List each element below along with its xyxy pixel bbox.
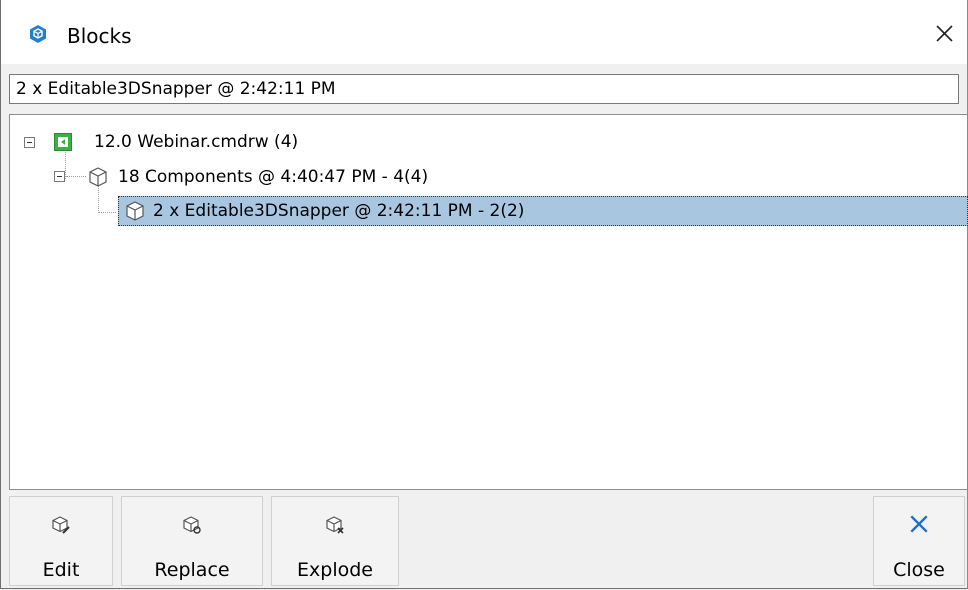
tree-connector (65, 149, 66, 179)
blocks-app-icon (30, 25, 46, 43)
explode-button-label: Explode (297, 559, 373, 581)
tree-node-components[interactable]: 18 Components @ 4:40:47 PM - 4(4) (118, 165, 428, 189)
close-button[interactable]: Close (873, 496, 965, 586)
tree-node-root[interactable]: 12.0 Webinar.cmdrw (4) (94, 130, 298, 154)
close-x-icon[interactable] (927, 16, 961, 50)
tree-node-snapper[interactable]: 2 x Editable3DSnapper @ 2:42:11 PM - 2(2… (153, 199, 524, 223)
close-x-icon (910, 515, 928, 533)
selected-block-path-field[interactable] (9, 74, 959, 104)
block-cube-icon (126, 201, 144, 221)
tree-connector (66, 176, 86, 177)
edit-block-icon (52, 516, 70, 534)
edit-button[interactable]: Edit (9, 496, 113, 586)
tree-node-selected-row[interactable]: 2 x Editable3DSnapper @ 2:42:11 PM - 2(2… (118, 196, 968, 226)
replace-block-icon (183, 516, 201, 534)
blocks-tree[interactable]: 12.0 Webinar.cmdrw (4) 18 Components @ 4… (9, 114, 968, 490)
button-bar: Edit Replace Explode Close (1, 490, 967, 588)
explode-button[interactable]: Explode (271, 496, 399, 586)
edit-button-label: Edit (42, 559, 80, 581)
replace-button[interactable]: Replace (121, 496, 263, 586)
window-title: Blocks (67, 24, 132, 48)
child-collapse-toggle[interactable] (54, 171, 65, 182)
block-cube-icon (89, 167, 107, 187)
drawing-file-icon (54, 133, 72, 151)
replace-button-label: Replace (154, 559, 230, 581)
tree-connector (98, 185, 99, 213)
tree-connector (98, 212, 116, 213)
root-collapse-toggle[interactable] (24, 137, 35, 148)
explode-block-icon (326, 516, 344, 534)
title-bar: Blocks (1, 0, 967, 64)
close-button-label: Close (893, 559, 945, 581)
blocks-dialog: Blocks 12.0 Webinar.cmdrw (4) 18 Compone… (0, 0, 968, 589)
